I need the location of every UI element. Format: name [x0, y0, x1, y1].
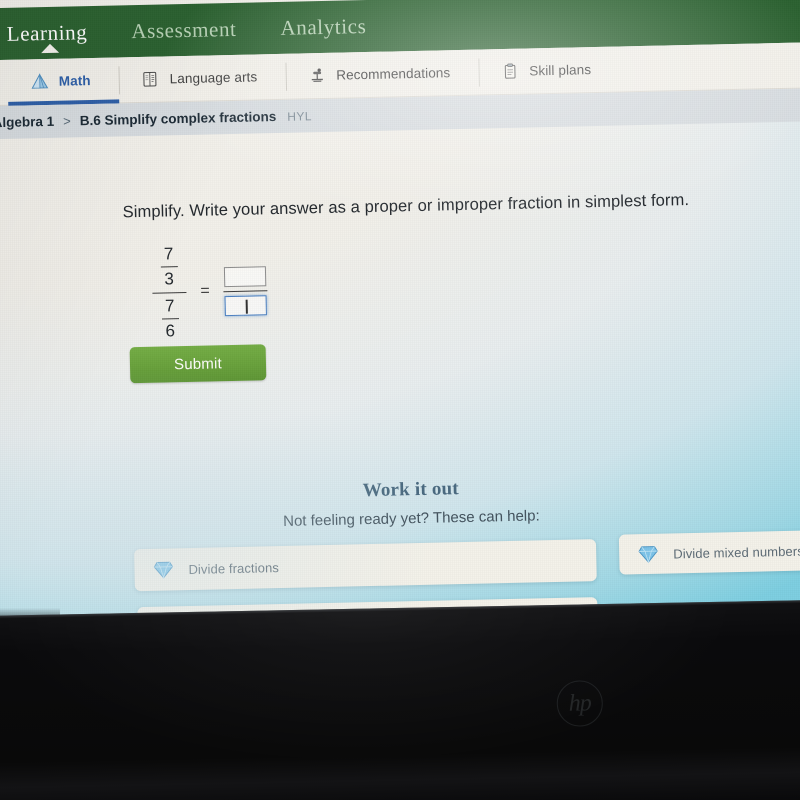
top-nav-item-analytics[interactable]: Analytics [280, 14, 366, 41]
main-fraction-bar [152, 291, 187, 294]
breadcrumb-course[interactable]: Algebra 1 [0, 114, 54, 130]
clipboard-icon [500, 61, 520, 81]
answer-fraction-bar [223, 289, 268, 293]
top-nav-item-learning[interactable]: Learning [6, 19, 88, 53]
question-prompt: Simplify. Write your answer as a proper … [122, 191, 690, 222]
top-nav-label: Learning [6, 19, 88, 46]
lower-denominator: 6 [165, 320, 176, 341]
help-card-divide-mixed-numbers[interactable]: Divide mixed numbers [618, 527, 800, 575]
breadcrumb-separator-icon: > [63, 113, 71, 129]
upper-numerator: 7 [163, 244, 174, 264]
photograph-of-laptop-screen: Learning Assessment Analytics Math Langu… [0, 0, 800, 800]
breadcrumb-skill[interactable]: B.6 Simplify complex fractions [80, 109, 277, 128]
upper-fraction: 7 3 [160, 245, 178, 290]
breadcrumb-skill-code: HYL [287, 108, 312, 124]
answer-numerator-input[interactable] [224, 266, 267, 288]
answer-denominator-input[interactable] [224, 295, 268, 316]
tab-label: Recommendations [336, 65, 451, 83]
tab-skill-plans[interactable]: Skill plans [478, 46, 620, 95]
laptop-screen: Learning Assessment Analytics Math Langu… [0, 0, 800, 625]
fraction-bar [161, 317, 179, 320]
tab-label: Skill plans [529, 62, 592, 79]
lower-numerator: 7 [164, 296, 175, 316]
book-icon [140, 69, 160, 89]
pyramid-icon [30, 71, 50, 91]
laptop-bezel: hp [0, 599, 800, 800]
submit-button[interactable]: Submit [129, 344, 267, 384]
browser-page-content: Learning Assessment Analytics Math Langu… [0, 0, 800, 625]
lower-fraction: 7 6 [161, 296, 179, 341]
math-expression: 7 3 7 6 = [123, 231, 785, 341]
top-nav-item-assessment[interactable]: Assessment [131, 16, 237, 43]
recommendations-icon [307, 65, 327, 85]
gem-icon [637, 544, 659, 564]
help-card-label: Divide mixed numbers [673, 543, 800, 561]
fraction-bar [160, 265, 178, 268]
tab-language-arts[interactable]: Language arts [118, 53, 286, 103]
upper-denominator: 3 [164, 269, 175, 289]
help-card-label: Divide fractions [188, 559, 280, 577]
answer-fraction [223, 266, 268, 316]
bezel-sheen [0, 599, 800, 800]
tab-math[interactable]: Math [7, 57, 120, 106]
tab-label: Language arts [169, 69, 258, 87]
tab-label: Math [58, 73, 91, 89]
question-area: Simplify. Write your answer as a proper … [122, 188, 785, 342]
help-card-divide-fractions[interactable]: Divide fractions [134, 539, 597, 592]
work-it-out-section: Work it out Not feeling ready yet? These… [11, 470, 800, 535]
equals-sign: = [200, 282, 210, 301]
text-cursor [245, 299, 248, 314]
gem-icon [152, 559, 174, 580]
active-nav-arrow-icon [40, 43, 60, 53]
tab-recommendations[interactable]: Recommendations [285, 49, 479, 99]
complex-fraction: 7 3 7 6 [151, 244, 187, 341]
